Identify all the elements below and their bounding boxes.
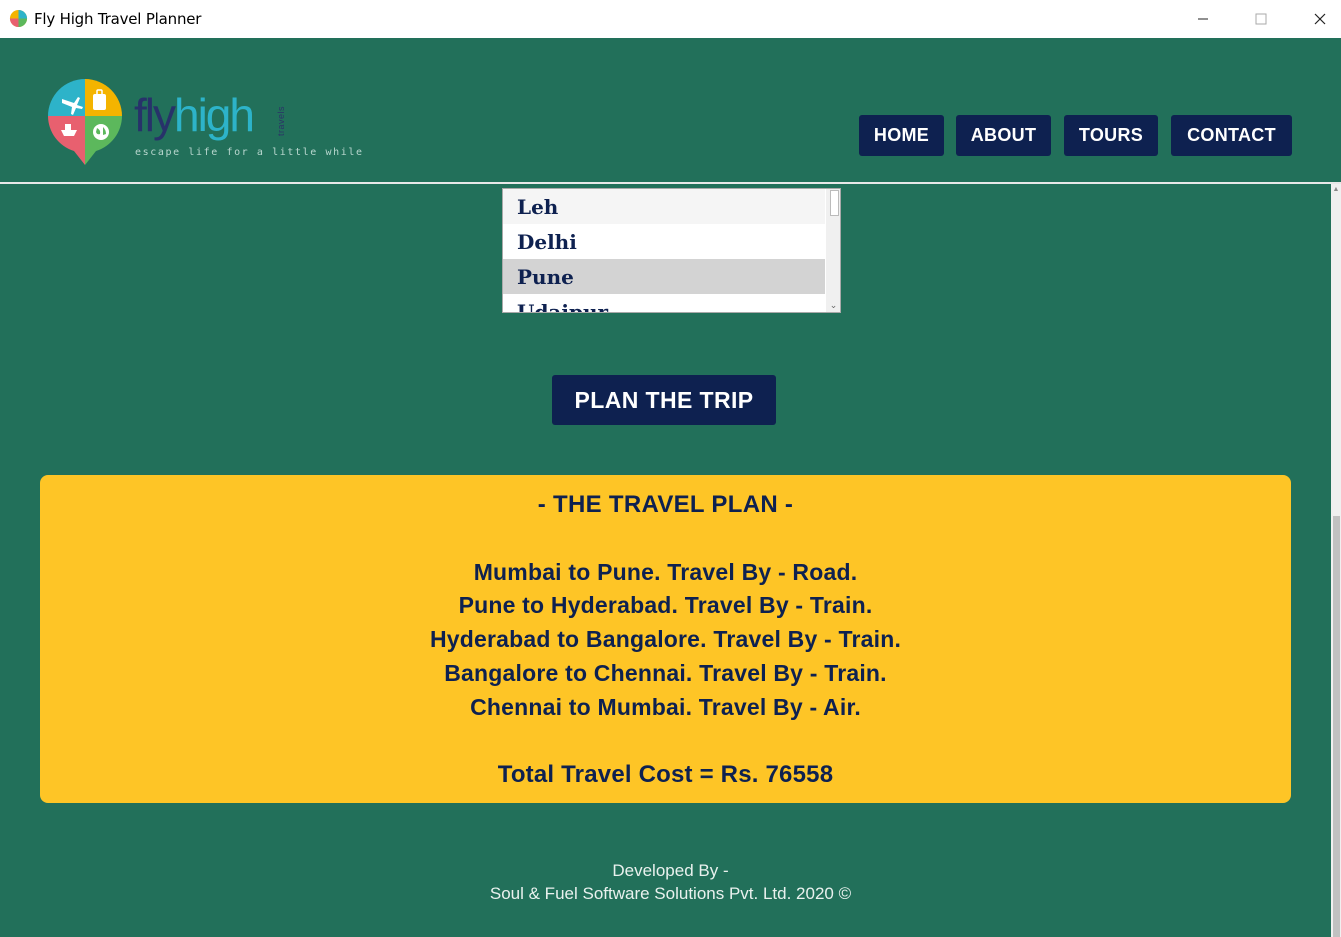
window-title: Fly High Travel Planner <box>34 10 202 28</box>
plan-leg: Pune to Hyderabad. Travel By - Train. <box>458 592 873 618</box>
plan-leg: Bangalore to Chennai. Travel By - Train. <box>444 660 887 686</box>
maximize-button[interactable] <box>1238 0 1284 38</box>
window-title-bar: Fly High Travel Planner <box>0 0 1341 38</box>
scroll-up-arrow-icon[interactable]: ▲ <box>1331 186 1341 194</box>
footer-company: Soul & Fuel Software Solutions Pvt. Ltd.… <box>489 884 852 903</box>
plan-leg: Hyderabad to Bangalore. Travel By - Trai… <box>429 626 902 652</box>
brand-wordmark: flyhigh <box>134 89 255 141</box>
minimize-icon <box>1198 18 1208 20</box>
maximize-icon <box>1255 13 1267 25</box>
brand-fly: fly <box>134 89 176 141</box>
chevron-down-icon[interactable]: ⌄ <box>826 299 840 311</box>
plan-leg: Mumbai to Pune. Travel By - Road. <box>473 559 858 585</box>
nav-about-button[interactable]: ABOUT <box>956 115 1051 156</box>
brand-high: high <box>174 89 255 141</box>
app-icon <box>9 9 28 28</box>
close-icon <box>1314 13 1326 25</box>
nav-tours-button[interactable]: TOURS <box>1064 115 1158 156</box>
header-divider <box>0 182 1341 184</box>
list-item[interactable]: Leh <box>503 189 825 224</box>
destination-listbox[interactable]: Leh Delhi Pune Udaipur ⌄ <box>502 188 841 313</box>
footer-developed-by: Developed By - <box>612 861 729 880</box>
travel-plan-card: - THE TRAVEL PLAN - Mumbai to Pune. Trav… <box>40 475 1291 803</box>
list-item[interactable]: Delhi <box>503 224 825 259</box>
plan-title: - THE TRAVEL PLAN - <box>537 491 794 518</box>
list-item[interactable]: Udaipur <box>503 294 825 312</box>
map-pin-logo-icon <box>48 79 122 165</box>
plan-total-cost: Total Travel Cost = Rs. 76558 <box>497 761 834 788</box>
nav-contact-button[interactable]: CONTACT <box>1171 115 1292 156</box>
brand-tagline: escape life for a little while <box>135 147 364 158</box>
listbox-scrollbar-thumb[interactable] <box>830 190 839 216</box>
close-button[interactable] <box>1297 0 1341 38</box>
minimize-button[interactable] <box>1180 0 1226 38</box>
list-item-selected[interactable]: Pune <box>503 259 825 294</box>
plan-trip-button[interactable]: PLAN THE TRIP <box>552 375 776 425</box>
plan-leg: Chennai to Mumbai. Travel By - Air. <box>470 694 861 720</box>
nav-home-button[interactable]: HOME <box>859 115 944 156</box>
brand-vertical-text: travels <box>276 105 286 136</box>
